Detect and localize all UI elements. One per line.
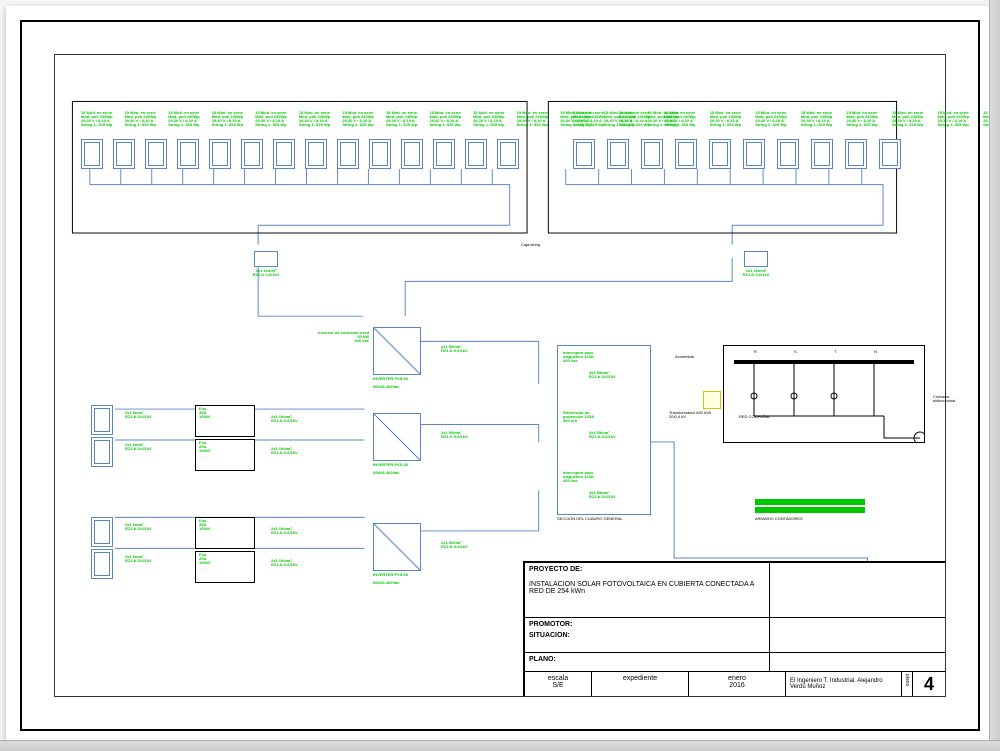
- promotor-label: PROMOTOR:: [529, 621, 765, 628]
- pv-panel: [177, 139, 199, 169]
- cable-label: 4x1 95mm² RZ1-K 0,6/1kV: [589, 371, 616, 379]
- cable-label: 2x1 6mm² RZ1-K 0,6/1kV: [125, 555, 152, 563]
- pv-input: [91, 405, 113, 435]
- panel-section: Interruptor auto magnético 125A 400 Vac: [563, 351, 643, 363]
- fuse-label: Fus. 20A 1000V: [199, 519, 211, 531]
- proyecto-text: INSTALACION SOLAR FOTOVOLTAICA EN CUBIER…: [529, 581, 765, 595]
- red-label: RED COMPAÑIA: [739, 415, 770, 419]
- pv-input: [91, 437, 113, 467]
- trafo-label: Transformador 630 kVA 20/0,4 kV: [669, 411, 719, 419]
- sheet-number: 4: [913, 672, 945, 696]
- inverter-model: INVERTER PVS-60: [373, 463, 423, 467]
- combiner-label: Caja string: [521, 243, 540, 247]
- pv-panel: [743, 139, 765, 169]
- situacion-label: SITUACION:: [529, 632, 765, 639]
- armario-bar: [755, 507, 865, 513]
- inverter-spec: Inversor de conexión a red 60 kW 400 Vac: [317, 331, 369, 343]
- pv-panel: [81, 139, 103, 169]
- vertical-scrollbar[interactable]: [989, 0, 1000, 741]
- side-text: plano: [902, 672, 913, 696]
- pv-input: [91, 549, 113, 579]
- pv-panel: [607, 139, 629, 169]
- pv-panel: [709, 139, 731, 169]
- meter-box: [703, 391, 721, 409]
- cable-label: 2x1 16mm² RZ1-K 0,6/1kV: [721, 269, 791, 277]
- pv-panel: [305, 139, 327, 169]
- contador-label: Contador bidireccional: [933, 395, 955, 403]
- cable-label: 2x1 16mm² RZ1-K 0,6/1kV: [231, 269, 301, 277]
- inverter-model: INVERTER PVS-60: [373, 573, 423, 577]
- cable-label: 2x1 6mm² RZ1-K 0,6/1kV: [125, 411, 152, 419]
- pv-panel: [845, 139, 867, 169]
- inverter-model2: 60kVA 400Vac: [373, 385, 423, 389]
- inverter-1: [373, 327, 421, 375]
- pv-panel: [113, 139, 135, 169]
- inverter-3: [373, 523, 421, 571]
- armario-bar: [755, 499, 865, 505]
- outer-border: /* generated below via template repetiti…: [20, 20, 980, 731]
- pv-panel: [145, 139, 167, 169]
- drawing-area[interactable]: /* generated below via template repetiti…: [54, 54, 946, 697]
- pv-panel: [675, 139, 697, 169]
- ingeniero: El Ingeniero T. Industrial. Alejandro Ve…: [786, 672, 902, 696]
- page: /* generated below via template repetiti…: [6, 6, 994, 745]
- cable-label: 4x1 95mm² RZ1-K 0,6/1kV: [589, 431, 616, 439]
- cable-label: 2x1 6mm² RZ1-K 0,6/1kV: [125, 523, 152, 531]
- cable-label: 2x1 16mm² RZ1-K 0,6/1kV: [271, 415, 298, 423]
- horizontal-scrollbar[interactable]: [0, 740, 1000, 751]
- expediente-label: expediente: [596, 675, 684, 682]
- panel-footer: SECCION DEL CUADRO GENERAL: [557, 517, 623, 521]
- ct-detail: R S T N: [723, 345, 925, 443]
- inverter-2: [373, 413, 421, 461]
- pv-panel: [573, 139, 595, 169]
- pv-panel: [241, 139, 263, 169]
- pv-panel: [401, 139, 423, 169]
- fuse-label: Fus. 20A 1000V: [199, 553, 211, 565]
- cable-label: 4x1 95mm² RZ1-K 0,6/1kV: [589, 491, 616, 499]
- fuse-label: Fus. 20A 1000V: [199, 407, 211, 419]
- armario-label: ARMARIO CONTADORES: [755, 517, 803, 521]
- pv-panel: [641, 139, 663, 169]
- plano-label: PLANO:: [525, 653, 770, 671]
- cable-label: 2x1 50mm² RZ1-K 0,6/1kV: [441, 541, 468, 549]
- inverter-model2: 60kVA 400Vac: [373, 581, 423, 585]
- pv-panel: [369, 139, 391, 169]
- pv-panel: [337, 139, 359, 169]
- escala-value: S/E: [529, 682, 587, 689]
- pv-panel: [777, 139, 799, 169]
- string-combiner-left: [254, 251, 278, 267]
- panel-specs-right: 15 Mód. en serie Mód. poli 240Wp 29,30 V…: [573, 111, 913, 127]
- cable-label: 2x1 6mm² RZ1-K 0,6/1kV: [125, 443, 152, 451]
- escala-label: escala: [529, 675, 587, 682]
- cable-label: 2x1 50mm² RZ1-K 0,6/1kV: [441, 431, 468, 439]
- panel-section: Interruptor auto magnético 125A 400 Vac: [563, 471, 643, 483]
- acometida: Acometida: [675, 355, 694, 359]
- viewport: /* generated below via template repetiti…: [0, 0, 1000, 751]
- pv-panel: [273, 139, 295, 169]
- inverter-model: INVERTER PVS-60: [373, 377, 423, 381]
- fuse-label: Fus. 20A 1000V: [199, 441, 211, 453]
- pv-panel: [433, 139, 455, 169]
- cable-label: 2x1 16mm² RZ1-K 0,6/1kV: [271, 559, 298, 567]
- pv-panel: [497, 139, 519, 169]
- cable-label: 2x1 16mm² RZ1-K 0,6/1kV: [271, 447, 298, 455]
- cable-label: 2x1 50mm² RZ1-K 0,6/1kV: [441, 345, 468, 353]
- title-block: PROYECTO DE: INSTALACION SOLAR FOTOVOLTA…: [523, 561, 945, 696]
- panel-specs-left: 15 Mód. en serie Mód. poli 240Wp 29,30 V…: [81, 111, 537, 127]
- inverter-model2: 60kVA 400Vac: [373, 471, 423, 475]
- pv-panel: [209, 139, 231, 169]
- string-combiner-right: [744, 251, 768, 267]
- fecha-label: enero: [693, 675, 781, 682]
- cable-label: 2x1 16mm² RZ1-K 0,6/1kV: [271, 527, 298, 535]
- pv-panel: [465, 139, 487, 169]
- pv-panel: [879, 139, 901, 169]
- fecha-value: 2016: [693, 682, 781, 689]
- proyecto-label: PROYECTO DE:: [529, 566, 765, 573]
- panel-section: Diferencial de protección 125A 300 mA: [563, 411, 643, 423]
- pv-input: [91, 517, 113, 547]
- pv-panel: [811, 139, 833, 169]
